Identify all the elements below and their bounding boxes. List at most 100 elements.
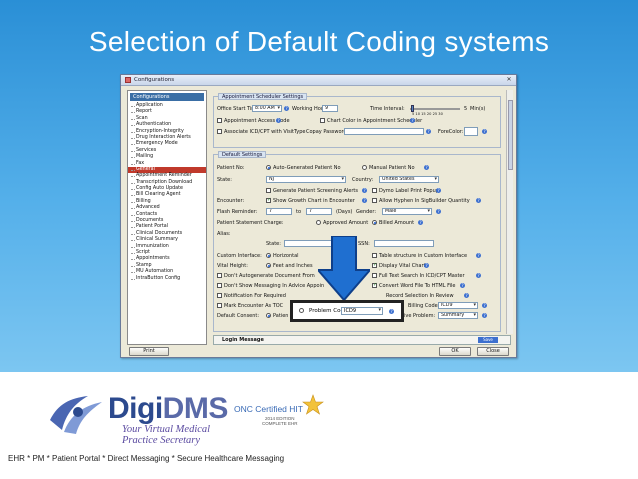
country-select[interactable]: United States xyxy=(379,176,439,183)
gender-select[interactable]: Male xyxy=(382,208,432,215)
record-selection-label: Record Selection In Review xyxy=(386,293,454,299)
login-message-label: Login Message xyxy=(222,337,264,343)
chart-color-label: Chart Color in Appointment Scheduler xyxy=(327,118,423,124)
help-icon[interactable]: ? xyxy=(424,165,429,170)
help-icon[interactable]: ? xyxy=(436,188,441,193)
logo-tagline-line2: Practice Secretary xyxy=(122,435,201,446)
billed-radio[interactable] xyxy=(372,220,377,225)
chart-color-checkbox[interactable] xyxy=(320,118,325,123)
help-icon[interactable]: ? xyxy=(410,118,415,123)
help-icon[interactable]: ? xyxy=(482,129,487,134)
billing-code-label: Billing Code: xyxy=(408,303,440,309)
state-select[interactable]: NJ xyxy=(266,176,346,183)
time-interval-unit: Min(s) xyxy=(470,106,486,112)
ssn-input[interactable] xyxy=(374,240,434,247)
working-hours-input[interactable]: 9 xyxy=(322,105,338,112)
access-code-checkbox[interactable] xyxy=(217,118,222,123)
help-icon[interactable]: ? xyxy=(418,220,423,225)
office-start-select[interactable]: 8:00 AM xyxy=(252,105,282,112)
dont-autogenerate-checkbox[interactable] xyxy=(217,273,222,278)
save-button[interactable]: Save xyxy=(478,337,498,343)
days-label: (Days) xyxy=(336,209,353,215)
help-icon[interactable]: ? xyxy=(362,198,367,203)
tree-header[interactable]: Configurations xyxy=(130,93,204,101)
alias-state-label: State: xyxy=(266,241,281,247)
problem-code-radio[interactable] xyxy=(299,308,304,313)
help-icon[interactable]: ? xyxy=(276,118,281,123)
flash-to-input[interactable]: 7 xyxy=(306,208,332,215)
table-structure-checkbox[interactable] xyxy=(372,253,377,258)
dont-show-messaging-checkbox[interactable] xyxy=(217,283,222,288)
arrow-down-icon xyxy=(318,236,370,300)
login-message-bar: Login Message Save xyxy=(213,335,511,345)
dont-show-messaging-label: Don't Show Messaging In Advice Appoin xyxy=(224,283,325,289)
screening-alerts-checkbox[interactable] xyxy=(266,188,271,193)
forecolor-swatch[interactable] xyxy=(464,127,478,136)
billed-label: Billed Amount xyxy=(379,220,415,226)
vital-height-label: Vital Height: xyxy=(217,263,248,269)
help-icon[interactable]: ? xyxy=(424,263,429,268)
time-interval-label: Time Interval: xyxy=(370,106,405,112)
associate-checkbox[interactable] xyxy=(217,129,222,134)
consent-patient-radio[interactable] xyxy=(266,313,271,318)
digidms-logo-icon xyxy=(50,396,102,434)
display-vital-checkbox[interactable] xyxy=(372,262,377,268)
print-button[interactable]: Print xyxy=(129,347,169,356)
growth-chart-checkbox[interactable] xyxy=(266,197,271,203)
default-settings-title: Default Settings xyxy=(218,151,267,158)
flash-to-label: to xyxy=(296,209,302,215)
associate-label: Associate ICD/CPT with VisitType xyxy=(224,129,306,135)
dymo-checkbox[interactable] xyxy=(372,188,377,193)
full-text-checkbox[interactable] xyxy=(372,273,377,278)
logo-word-a: Digi xyxy=(108,392,163,425)
problem-code-select[interactable]: ICD9 xyxy=(341,307,383,315)
help-icon[interactable]: ? xyxy=(476,253,481,258)
help-icon[interactable]: ? xyxy=(426,129,431,134)
hyphen-checkbox[interactable] xyxy=(372,198,377,203)
vertical-scrollbar[interactable] xyxy=(506,90,513,334)
help-icon[interactable]: ? xyxy=(464,293,469,298)
copay-password-input[interactable] xyxy=(344,128,424,135)
help-icon[interactable]: ? xyxy=(476,273,481,278)
help-icon[interactable]: ? xyxy=(476,198,481,203)
close-icon[interactable]: ✕ xyxy=(505,76,513,84)
active-problem-select[interactable]: Summary xyxy=(438,312,478,319)
approved-radio[interactable] xyxy=(316,220,321,225)
country-label: Country: xyxy=(352,177,374,183)
auto-generated-radio[interactable] xyxy=(266,165,271,170)
encounter-label: Encounter: xyxy=(217,198,245,204)
custom-interface-label: Custom Interface: xyxy=(217,253,262,259)
slider-thumb[interactable] xyxy=(411,105,414,112)
display-vital-label: Display Vital Chart xyxy=(379,263,426,269)
help-icon[interactable]: ? xyxy=(389,309,394,314)
flash-from-input[interactable]: 7 xyxy=(266,208,292,215)
logo-word-b: DMS xyxy=(162,392,229,425)
manual-patient-radio[interactable] xyxy=(362,165,367,170)
ok-button[interactable]: OK xyxy=(439,347,471,356)
help-icon[interactable]: ? xyxy=(436,209,441,214)
dymo-label: Dymo Label Print Popup xyxy=(379,188,439,194)
help-icon[interactable]: ? xyxy=(482,303,487,308)
notification-checkbox[interactable] xyxy=(217,293,222,298)
digidms-wordmark: DigiDMS xyxy=(108,392,228,426)
mark-encounter-checkbox[interactable] xyxy=(217,303,222,308)
feet-inches-radio[interactable] xyxy=(266,263,271,268)
horizontal-label: Horizontal xyxy=(273,253,299,259)
close-button[interactable]: Close xyxy=(477,347,509,356)
help-icon[interactable]: ? xyxy=(482,313,487,318)
help-icon[interactable]: ? xyxy=(362,188,367,193)
time-interval-slider[interactable] xyxy=(410,108,460,110)
horizontal-radio[interactable] xyxy=(266,253,271,258)
star-icon xyxy=(302,394,324,415)
appointment-settings-title: Appointment Scheduler Settings xyxy=(218,93,308,100)
help-icon[interactable]: ? xyxy=(284,106,289,111)
help-icon[interactable]: ? xyxy=(460,283,465,288)
state-label: State: xyxy=(217,177,232,183)
tree-list: Application Report Scan Authentication Encry… xyxy=(128,103,206,282)
billing-code-select[interactable]: ICD9 xyxy=(438,302,478,309)
logo-tagline-line1: Your Virtual Medical xyxy=(122,424,211,435)
convert-word-checkbox[interactable] xyxy=(372,282,377,288)
tree-item[interactable]: IntraButton Config xyxy=(128,276,206,282)
statement-charge-label: Patient Statement Charge: xyxy=(217,220,284,226)
gender-label: Gender: xyxy=(356,209,377,215)
